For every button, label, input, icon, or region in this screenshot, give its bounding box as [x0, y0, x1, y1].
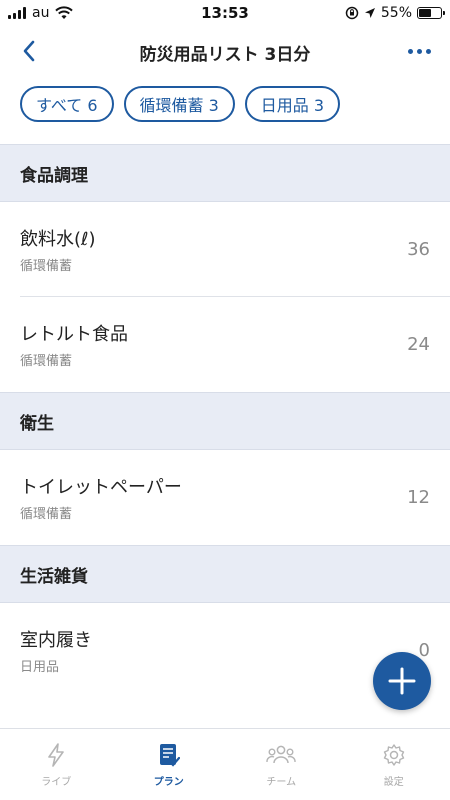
wifi-icon — [55, 6, 74, 19]
tab-label: 設定 — [383, 777, 404, 788]
signal-icon — [8, 7, 26, 19]
item-count: 12 — [407, 487, 430, 508]
filter-chips: すべて 6 循環備蓄 3 日用品 3 — [0, 84, 450, 124]
filter-chip-daily-goods[interactable]: 日用品 3 — [244, 86, 341, 122]
location-arrow-icon — [364, 8, 375, 18]
list-item[interactable]: レトルト食品 循環備蓄 24 — [0, 297, 450, 392]
item-count: 24 — [407, 334, 430, 355]
section-header-hygiene: 衛生 — [0, 392, 450, 450]
item-tag: 循環備蓄 — [20, 507, 73, 522]
tab-live[interactable]: ライブ — [0, 729, 113, 800]
status-right: 55% — [292, 5, 445, 21]
tab-label: チーム — [266, 777, 297, 788]
more-dot-icon — [416, 48, 422, 54]
battery-fill — [419, 9, 431, 17]
back-button[interactable] — [14, 36, 44, 66]
chevron-left-icon — [23, 40, 35, 62]
carrier-label: au — [32, 5, 50, 21]
item-texts: レトルト食品 循環備蓄 — [20, 320, 407, 369]
item-tag: 循環備蓄 — [20, 259, 73, 274]
status-bar: au 13:53 55% — [0, 0, 450, 26]
plus-icon — [388, 667, 416, 695]
more-dot-icon — [425, 48, 431, 54]
battery-percent: 55% — [380, 5, 412, 21]
team-icon — [266, 745, 296, 764]
item-name: レトルト食品 — [20, 324, 128, 345]
filter-chip-all[interactable]: すべて 6 — [20, 86, 114, 122]
tab-plan[interactable]: プラン — [113, 729, 226, 800]
page-title: 防災用品リスト 3日分 — [139, 44, 311, 65]
more-dot-icon — [407, 48, 413, 54]
item-texts: 室内履き 日用品 — [20, 626, 419, 675]
filter-chip-rolling-stock[interactable]: 循環備蓄 3 — [123, 86, 235, 122]
tab-label: プラン — [153, 777, 184, 788]
battery-icon — [417, 7, 445, 19]
add-item-button[interactable] — [373, 652, 431, 710]
plan-list-icon — [159, 744, 180, 767]
item-texts: トイレットペーパー 循環備蓄 — [20, 473, 407, 522]
item-count: 36 — [407, 239, 430, 260]
status-left: au — [8, 5, 158, 21]
item-name: トイレットペーパー — [20, 477, 182, 498]
section-header-food: 食品調理 — [0, 144, 450, 202]
item-name: 室内履き — [20, 630, 92, 651]
more-options-button[interactable] — [402, 36, 436, 66]
list-item[interactable]: 飲料水(ℓ) 循環備蓄 36 — [0, 202, 450, 297]
item-list: 食品調理 飲料水(ℓ) 循環備蓄 36 レトルト食品 循環備蓄 24 衛生 トイ… — [0, 144, 450, 698]
item-texts: 飲料水(ℓ) 循環備蓄 — [20, 225, 407, 274]
item-tag: 循環備蓄 — [20, 354, 73, 369]
section-header-household: 生活雑貨 — [0, 545, 450, 603]
tab-label: ライブ — [41, 777, 72, 788]
nav-bar: 防災用品リスト 3日分 — [0, 26, 450, 78]
tab-settings[interactable]: 設定 — [338, 729, 450, 800]
list-item[interactable]: トイレットペーパー 循環備蓄 12 — [0, 450, 450, 545]
rotation-lock-icon — [345, 6, 359, 20]
tab-team[interactable]: チーム — [225, 729, 338, 800]
bottom-tab-bar: ライブ プラン チーム 設定 — [0, 728, 450, 800]
lightning-icon — [48, 743, 65, 767]
item-name: 飲料水(ℓ) — [20, 229, 96, 250]
gear-icon — [383, 744, 404, 766]
item-tag: 日用品 — [20, 660, 60, 675]
status-time: 13:53 — [201, 4, 249, 22]
